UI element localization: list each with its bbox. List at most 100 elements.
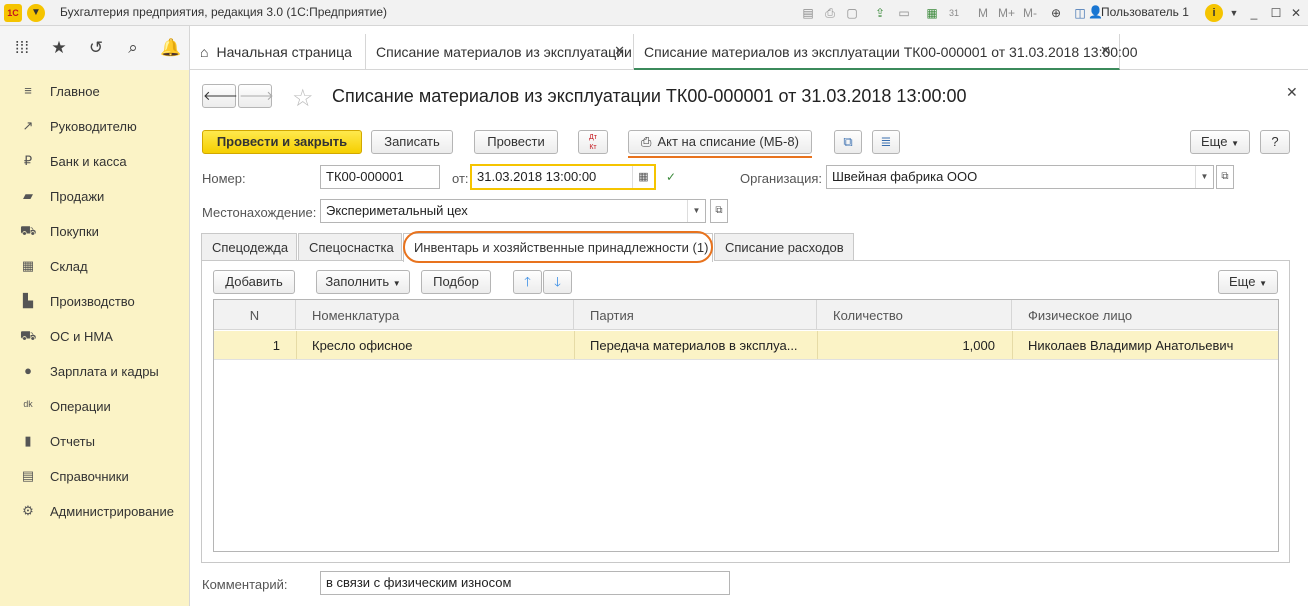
tab-label: Списание материалов из эксплуатации	[376, 44, 632, 60]
tab-home[interactable]: ⌂ Начальная страница	[190, 34, 366, 70]
sidebar-item-1[interactable]: ↗ Руководителю	[0, 107, 190, 142]
sidebar-item-8[interactable]: ● Зарплата и кадры	[0, 352, 190, 387]
favorites-star-icon[interactable]: ★	[49, 38, 69, 58]
tab-line	[854, 260, 1290, 261]
calendar-icon[interactable]: ▦	[632, 166, 654, 188]
highlight-underline	[628, 156, 812, 158]
forward-button[interactable]: 🡒	[238, 84, 274, 108]
info-icon[interactable]: i	[1205, 4, 1223, 22]
tab-special-equipment[interactable]: Спецоснастка	[298, 233, 402, 261]
tab-writeoff-list[interactable]: Списание материалов из эксплуатации ✕	[366, 34, 634, 70]
user-name[interactable]: Пользователь 1	[1101, 5, 1189, 19]
factory-icon: ▙	[23, 293, 33, 308]
back-button[interactable]: 🡐	[202, 84, 238, 108]
sidebar-item-4[interactable]: ⛟ Покупки	[0, 212, 190, 247]
sidebar-item-label: Руководителю	[50, 119, 137, 134]
app-title: Бухгалтерия предприятия, редакция 3.0 (1…	[60, 5, 388, 19]
home-icon: ⌂	[200, 44, 209, 60]
search-icon[interactable]: ⌕	[123, 38, 143, 58]
bell-icon[interactable]: 🔔	[160, 38, 181, 58]
memory-minus-button[interactable]: M-	[1022, 5, 1038, 21]
print-act-button[interactable]: ⎙ Акт на списание (МБ-8)	[628, 130, 812, 154]
minimize-icon[interactable]: _	[1244, 4, 1264, 22]
dt-kt-icon[interactable]: Дт Кт	[578, 130, 608, 154]
help-button[interactable]: ?	[1260, 130, 1290, 154]
organization-field[interactable]: Швейная фабрика ООО ▼	[826, 165, 1214, 189]
sidebar-item-10[interactable]: ▮ Отчеты	[0, 422, 190, 457]
zoom-icon[interactable]: ⊕	[1048, 5, 1064, 21]
window-menu-icon[interactable]: ▼	[1224, 4, 1244, 22]
sidebar-item-label: Операции	[50, 399, 111, 414]
number-field[interactable]: ТК00-000001	[320, 165, 440, 189]
sidebar-item-6[interactable]: ▙ Производство	[0, 282, 190, 317]
dropdown-icon[interactable]: ▼	[687, 200, 705, 222]
person-icon: ●	[24, 363, 32, 378]
sidebar-item-5[interactable]: ▦ Склад	[0, 247, 190, 282]
sidebar-item-7[interactable]: ⛟ ОС и НМА	[0, 317, 190, 352]
sidebar-item-label: Главное	[50, 84, 100, 99]
sidebar-item-2[interactable]: ₽ Банк и касса	[0, 142, 190, 177]
select-button[interactable]: Подбор	[421, 270, 491, 294]
date-field[interactable]: 31.03.2018 13:00:00 ▦	[470, 164, 656, 190]
sidebar-item-label: Банк и касса	[50, 154, 127, 169]
apps-grid-icon[interactable]: ⁞⁞⁞	[12, 38, 32, 58]
upload-icon[interactable]: ⇪	[872, 5, 888, 21]
move-down-icon[interactable]: 🡓	[543, 270, 572, 294]
cell-quantity[interactable]: 1,000	[817, 331, 995, 359]
list-icon[interactable]: ≣	[872, 130, 900, 154]
add-button[interactable]: Добавить	[213, 270, 295, 294]
tab-line	[201, 260, 403, 261]
structure-icon[interactable]: ⧉	[834, 130, 862, 154]
close-form-icon[interactable]: ✕	[1286, 84, 1298, 101]
post-button[interactable]: Провести	[474, 130, 558, 154]
fill-button[interactable]: Заполнить ▼	[316, 270, 410, 294]
move-up-icon[interactable]: 🡑	[513, 270, 542, 294]
history-icon[interactable]: ↺	[86, 38, 106, 58]
column-header-person[interactable]: Физическое лицо	[1012, 300, 1278, 330]
comment-field[interactable]: в связи с физическим износом	[320, 571, 730, 595]
dropdown-icon[interactable]: ▼	[1195, 166, 1213, 188]
grid-more-button[interactable]: Еще ▼	[1218, 270, 1278, 294]
save-icon[interactable]: ▤	[800, 5, 816, 21]
user-icon: 👤	[1088, 5, 1103, 19]
clipboard-icon[interactable]: ▭	[896, 5, 912, 21]
close-window-icon[interactable]: ✕	[1286, 4, 1306, 22]
column-header-item[interactable]: Номенклатура	[296, 300, 574, 330]
cell-person[interactable]: Николаев Владимир Анатольевич	[1012, 331, 1278, 359]
cell-n[interactable]: 1	[214, 331, 280, 359]
comment-label: Комментарий:	[202, 577, 288, 592]
sidebar-item-12[interactable]: ⚙ Администрирование	[0, 492, 190, 527]
panel-icon[interactable]: ◫	[1072, 5, 1088, 21]
more-label: Еще	[1201, 134, 1228, 149]
main-menu-button[interactable]: ▼	[27, 4, 45, 22]
tab-writeoff-document[interactable]: Списание материалов из эксплуатации ТК00…	[634, 34, 1138, 70]
sidebar-item-9[interactable]: ᵈᵏ Операции	[0, 387, 190, 422]
location-field[interactable]: Экспериметальный цех ▼	[320, 199, 706, 223]
favorite-star-icon[interactable]: ☆	[292, 84, 314, 113]
open-icon[interactable]: ⧉	[710, 199, 728, 223]
column-header-n[interactable]: N	[214, 300, 296, 330]
write-button[interactable]: Записать	[371, 130, 453, 154]
more-button[interactable]: Еще ▼	[1190, 130, 1250, 154]
sidebar-item-0[interactable]: ≡ Главное	[0, 72, 190, 107]
post-and-close-button[interactable]: Провести и закрыть	[202, 130, 362, 154]
sidebar-item-3[interactable]: ▰ Продажи	[0, 177, 190, 212]
tab-workwear[interactable]: Спецодежда	[201, 233, 297, 261]
memory-plus-button[interactable]: M+	[998, 5, 1015, 21]
sidebar-item-11[interactable]: ▤ Справочники	[0, 457, 190, 492]
memory-button[interactable]: M	[975, 5, 991, 21]
print-icon[interactable]: ⎙	[822, 5, 838, 21]
close-icon[interactable]: ✕	[1100, 43, 1111, 59]
column-header-quantity[interactable]: Количество	[817, 300, 1012, 330]
calendar-icon[interactable]: 31	[946, 5, 962, 21]
preview-icon[interactable]: ▢	[844, 5, 860, 21]
column-header-batch[interactable]: Партия	[574, 300, 817, 330]
close-icon[interactable]: ✕	[614, 43, 625, 59]
calculator-icon[interactable]: ▦	[924, 5, 940, 21]
open-icon[interactable]: ⧉	[1216, 165, 1234, 189]
cell-item[interactable]: Кресло офисное	[296, 331, 574, 359]
location-label: Местонахождение:	[202, 205, 317, 220]
maximize-icon[interactable]: ☐	[1266, 4, 1286, 22]
tab-expenses[interactable]: Списание расходов	[714, 233, 854, 261]
cell-batch[interactable]: Передача материалов в эксплуа...	[574, 331, 814, 359]
